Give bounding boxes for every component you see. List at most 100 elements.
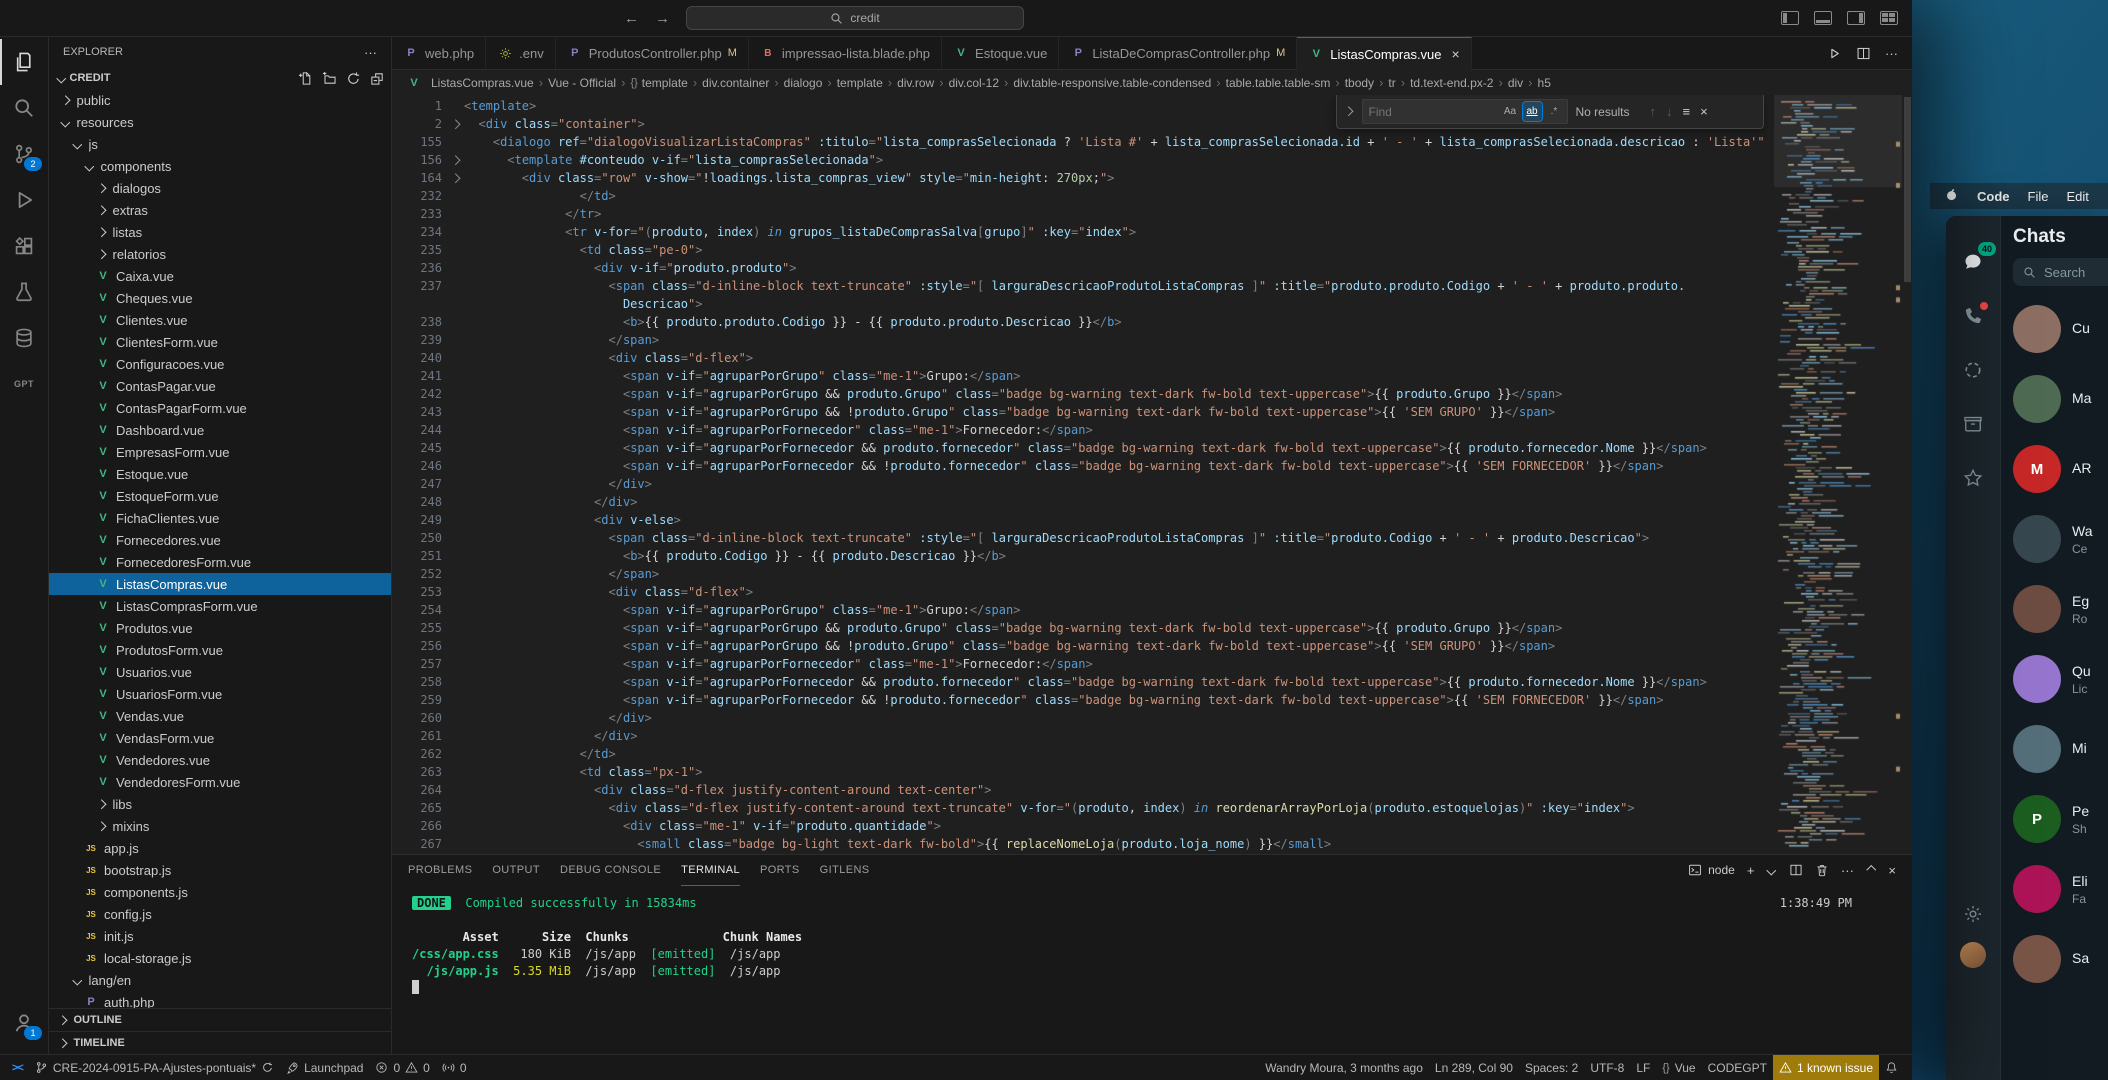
- activity-testing[interactable]: [0, 269, 48, 315]
- tree-item-listascompras-vue[interactable]: VListasCompras.vue: [49, 573, 391, 595]
- tree-item-clientesform-vue[interactable]: VClientesForm.vue: [49, 331, 391, 353]
- tree-item-components-js[interactable]: JScomponents.js: [49, 881, 391, 903]
- split-editor-icon[interactable]: [1856, 46, 1871, 61]
- language-mode-item[interactable]: {}Vue: [1656, 1055, 1701, 1080]
- refresh-icon[interactable]: [346, 71, 361, 86]
- fold-indicator[interactable]: [446, 169, 464, 187]
- tree-item-mixins[interactable]: mixins: [49, 815, 391, 837]
- activity-extensions[interactable]: [0, 223, 48, 269]
- tree-item-clientes-vue[interactable]: VClientes.vue: [49, 309, 391, 331]
- breadcrumb-item[interactable]: VListasCompras.vue: [406, 76, 534, 90]
- fold-indicator[interactable]: [446, 151, 464, 169]
- tree-item-bootstrap-js[interactable]: JSbootstrap.js: [49, 859, 391, 881]
- toggle-secondary-sidebar-icon[interactable]: [1847, 11, 1865, 25]
- ports-item[interactable]: 0: [436, 1055, 473, 1080]
- tree-item-relatorios[interactable]: relatorios: [49, 243, 391, 265]
- code-line[interactable]: 155 <dialogo ref="dialogoVisualizarLista…: [392, 133, 1774, 151]
- tree-item-estoque-vue[interactable]: VEstoque.vue: [49, 463, 391, 485]
- settings-gear-icon[interactable]: [1961, 902, 1985, 926]
- tree-item-dashboard-vue[interactable]: VDashboard.vue: [49, 419, 391, 441]
- tree-item-lang-en[interactable]: lang/en: [49, 969, 391, 991]
- code-line[interactable]: 250 <span class="d-inline-block text-tru…: [392, 529, 1774, 547]
- tree-item-local-storage-js[interactable]: JSlocal-storage.js: [49, 947, 391, 969]
- code-line[interactable]: 235 <td class="pe-0">: [392, 241, 1774, 259]
- breadcrumb-item[interactable]: dialogo: [784, 76, 823, 90]
- regex-toggle[interactable]: .*: [1545, 102, 1564, 121]
- tab-web-php[interactable]: Pweb.php: [392, 37, 486, 69]
- minimap[interactable]: [1774, 95, 1902, 854]
- indentation-item[interactable]: Spaces: 2: [1519, 1055, 1584, 1080]
- panel-tab-gitlens[interactable]: GITLENS: [820, 855, 870, 886]
- code-line[interactable]: 264 <div class="d-flex justify-content-a…: [392, 781, 1774, 799]
- tree-item-usuarios-vue[interactable]: VUsuarios.vue: [49, 661, 391, 683]
- profile-avatar[interactable]: [1960, 942, 1986, 968]
- find-prev-icon[interactable]: ↑: [1650, 104, 1657, 119]
- close-icon[interactable]: ×: [1700, 104, 1708, 119]
- find-next-icon[interactable]: ↓: [1666, 104, 1673, 119]
- chevron-down-icon[interactable]: [1767, 865, 1776, 874]
- section-timeline[interactable]: TIMELINE: [49, 1031, 391, 1054]
- scrollbar-thumb[interactable]: [1904, 97, 1911, 282]
- code-line[interactable]: 252 </span>: [392, 565, 1774, 583]
- status-icon[interactable]: [1961, 358, 1985, 382]
- cursor-position-item[interactable]: Ln 289, Col 90: [1429, 1055, 1519, 1080]
- nav-forward-icon[interactable]: →: [655, 10, 670, 27]
- new-terminal-button[interactable]: +: [1747, 863, 1755, 878]
- activity-search[interactable]: [0, 85, 48, 131]
- code-line[interactable]: 236 <div v-if="produto.produto">: [392, 259, 1774, 277]
- code-line[interactable]: 247 </div>: [392, 475, 1774, 493]
- encoding-item[interactable]: UTF-8: [1584, 1055, 1630, 1080]
- code-line[interactable]: 268 <h5 class="bold text-success mb-0">{…: [392, 853, 1774, 854]
- tree-item-vendedoresform-vue[interactable]: VVendedoresForm.vue: [49, 771, 391, 793]
- maximize-panel-icon[interactable]: [1867, 865, 1876, 874]
- activity-explorer[interactable]: [0, 39, 48, 85]
- code-line[interactable]: 256 <span v-if="agruparPorGrupo && !prod…: [392, 637, 1774, 655]
- code-line[interactable]: 244 <span v-if="agruparPorFornecedor" cl…: [392, 421, 1774, 439]
- breadcrumb-item[interactable]: div.table-responsive.table-condensed: [1013, 76, 1211, 90]
- tree-item-app-js[interactable]: JSapp.js: [49, 837, 391, 859]
- menu-item-code[interactable]: Code: [1977, 189, 2010, 204]
- toggle-panel-icon[interactable]: [1814, 11, 1832, 25]
- code-line[interactable]: 265 <div class="d-flex justify-content-a…: [392, 799, 1774, 817]
- tree-item-vendedores-vue[interactable]: VVendedores.vue: [49, 749, 391, 771]
- run-button[interactable]: [1827, 46, 1842, 61]
- tree-item-produtosform-vue[interactable]: VProdutosForm.vue: [49, 639, 391, 661]
- chat-list-item[interactable]: QuLic: [2013, 644, 2108, 714]
- eol-item[interactable]: LF: [1630, 1055, 1656, 1080]
- apple-icon[interactable]: [1944, 187, 1959, 205]
- code-line[interactable]: 245 <span v-if="agruparPorFornecedor && …: [392, 439, 1774, 457]
- code-line[interactable]: 248 </div>: [392, 493, 1774, 511]
- code-line[interactable]: 156 <template #conteudo v-if="lista_comp…: [392, 151, 1774, 169]
- code-line[interactable]: 233 </tr>: [392, 205, 1774, 223]
- code-line[interactable]: 259 <span v-if="agruparPorFornecedor && …: [392, 691, 1774, 709]
- code-line[interactable]: 242 <span v-if="agruparPorGrupo && produ…: [392, 385, 1774, 403]
- code-line[interactable]: 164 <div class="row" v-show="!loadings.l…: [392, 169, 1774, 187]
- code-line[interactable]: Descricao">: [392, 295, 1774, 313]
- breadcrumb-item[interactable]: tbody: [1345, 76, 1374, 90]
- code-line[interactable]: 263 <td class="px-1">: [392, 763, 1774, 781]
- collapse-all-icon[interactable]: [370, 71, 385, 86]
- tree-item-libs[interactable]: libs: [49, 793, 391, 815]
- problems-item[interactable]: 0 0: [369, 1055, 435, 1080]
- panel-tab-output[interactable]: OUTPUT: [492, 855, 540, 886]
- split-terminal-icon[interactable]: [1789, 863, 1803, 877]
- code-editor[interactable]: 1<template>2 <div class="container">155 …: [392, 95, 1912, 854]
- tree-item-contaspagarform-vue[interactable]: VContasPagarForm.vue: [49, 397, 391, 419]
- chat-list-item[interactable]: EgRo: [2013, 574, 2108, 644]
- customize-layout-icon[interactable]: [1880, 11, 1898, 25]
- code-line[interactable]: 260 </div>: [392, 709, 1774, 727]
- tree-item-dialogos[interactable]: dialogos: [49, 177, 391, 199]
- find-in-selection-icon[interactable]: ≡: [1683, 104, 1691, 119]
- breadcrumb-item[interactable]: div.col-12: [949, 76, 999, 90]
- tree-item-configuracoes-vue[interactable]: VConfiguracoes.vue: [49, 353, 391, 375]
- code-line[interactable]: 239 </span>: [392, 331, 1774, 349]
- code-line[interactable]: 240 <div class="d-flex">: [392, 349, 1774, 367]
- more-actions-icon[interactable]: ···: [1885, 46, 1898, 61]
- tree-item-usuariosform-vue[interactable]: VUsuariosForm.vue: [49, 683, 391, 705]
- tree-item-public[interactable]: public: [49, 89, 391, 111]
- chat-list-item[interactable]: Mi: [2013, 714, 2108, 784]
- breadcrumb-item[interactable]: div: [1508, 76, 1523, 90]
- code-line[interactable]: 262 </td>: [392, 745, 1774, 763]
- code-line[interactable]: 254 <span v-if="agruparPorGrupo" class="…: [392, 601, 1774, 619]
- code-line[interactable]: 251 <b>{{ produto.Codigo }} - {{ produto…: [392, 547, 1774, 565]
